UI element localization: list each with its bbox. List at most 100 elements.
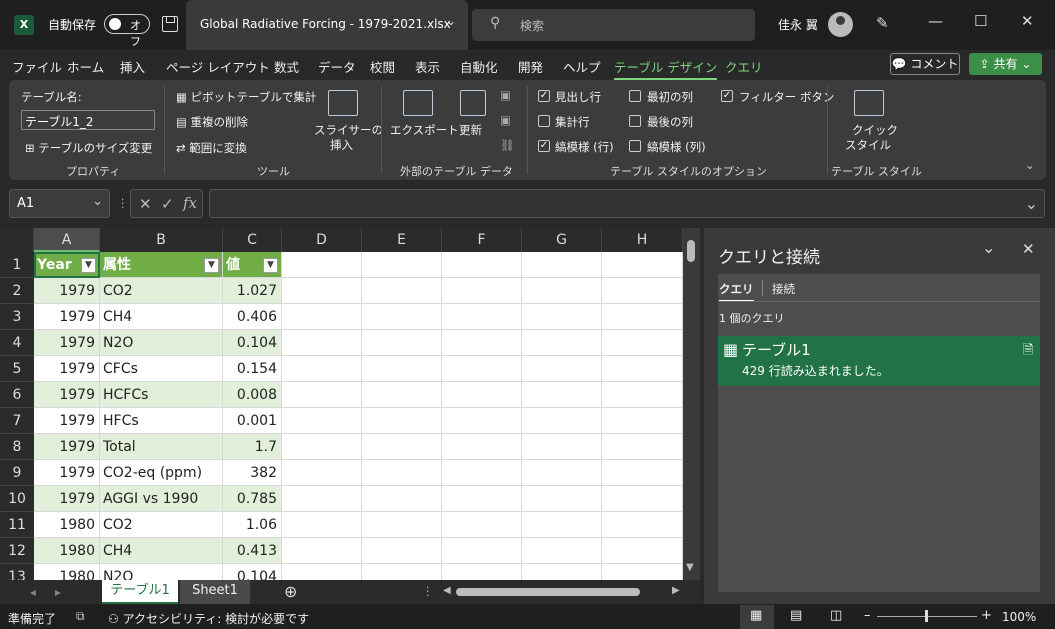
empty-cell[interactable] (282, 434, 362, 460)
empty-cell[interactable] (522, 252, 602, 278)
empty-cell[interactable] (282, 278, 362, 304)
zoom-out-icon[interactable]: – (864, 608, 871, 623)
row-header[interactable]: 10 (0, 486, 34, 512)
menu-review[interactable]: 校閲 (370, 57, 395, 76)
table-cell[interactable]: 382 (223, 460, 282, 486)
empty-cell[interactable] (442, 460, 522, 486)
sheet-tab[interactable]: Sheet1 (180, 580, 250, 604)
spreadsheet-grid[interactable]: A B C D E F G H 1 Year ▼ 属性 ▼ 値 ▼ 2 1979 CO2 1.027… (0, 228, 690, 580)
comment-button[interactable]: 💬 コメント (890, 53, 960, 75)
empty-cell[interactable] (602, 330, 683, 356)
empty-cell[interactable] (522, 356, 602, 382)
column-header[interactable]: F (442, 228, 522, 252)
empty-cell[interactable] (522, 278, 602, 304)
empty-cell[interactable] (602, 486, 683, 512)
refresh-label[interactable]: 更新 (459, 122, 482, 138)
pen-icon[interactable]: ✎ (876, 14, 889, 32)
unlink-icon[interactable]: ⛓ (500, 138, 515, 152)
quick-style-label-1[interactable]: クイック (852, 122, 898, 138)
scroll-right-icon[interactable]: ▶ (672, 585, 680, 596)
autosave-toggle[interactable]: オフ (104, 14, 150, 48)
table-cell[interactable]: 0.001 (223, 408, 282, 434)
table-cell[interactable]: N2O (100, 330, 223, 356)
empty-cell[interactable] (282, 512, 362, 538)
table-header-cell[interactable]: Year ▼ (34, 252, 100, 278)
column-header[interactable]: D (282, 228, 362, 252)
row-header[interactable]: 2 (0, 278, 34, 304)
empty-cell[interactable] (442, 564, 522, 580)
empty-cell[interactable] (602, 434, 683, 460)
row-header[interactable]: 4 (0, 330, 34, 356)
minimize-icon[interactable]: — (928, 12, 943, 30)
remove-duplicates-button[interactable]: ▤ 重複の削除 (176, 114, 248, 130)
empty-cell[interactable] (522, 538, 602, 564)
convert-to-range-button[interactable]: ⇄ 範囲に変換 (176, 140, 247, 156)
empty-cell[interactable] (522, 408, 602, 434)
first-column-checkbox[interactable] (629, 90, 641, 102)
table-cell[interactable]: 0.104 (223, 564, 282, 580)
empty-cell[interactable] (362, 356, 442, 382)
enter-icon[interactable]: ✓ (161, 195, 174, 213)
empty-cell[interactable] (522, 434, 602, 460)
table-cell[interactable]: 1979 (34, 330, 100, 356)
empty-cell[interactable] (602, 356, 683, 382)
empty-cell[interactable] (282, 382, 362, 408)
accessibility-button[interactable]: ⚇ アクセシビリティ: 検討が必要です (108, 610, 309, 627)
table-cell[interactable]: 1.7 (223, 434, 282, 460)
empty-cell[interactable] (362, 434, 442, 460)
table-cell[interactable]: CH4 (100, 538, 223, 564)
table-cell[interactable]: 0.413 (223, 538, 282, 564)
empty-cell[interactable] (282, 564, 362, 580)
empty-cell[interactable] (282, 252, 362, 278)
table-cell[interactable]: 1979 (34, 304, 100, 330)
table-cell[interactable]: 1979 (34, 278, 100, 304)
menu-automate[interactable]: 自動化 (460, 57, 498, 76)
slicer-label-1[interactable]: スライサーの (314, 122, 383, 138)
last-column-checkbox[interactable] (629, 115, 641, 127)
table-cell[interactable]: 1979 (34, 460, 100, 486)
collapse-ribbon-icon[interactable]: ⌄ (1025, 158, 1035, 172)
table-header-cell[interactable]: 値 ▼ (223, 252, 282, 278)
tab-queries[interactable]: クエリ (719, 281, 754, 302)
empty-cell[interactable] (282, 460, 362, 486)
table-cell[interactable]: 1979 (34, 486, 100, 512)
empty-cell[interactable] (282, 356, 362, 382)
table-cell[interactable]: 1.027 (223, 278, 282, 304)
empty-cell[interactable] (522, 330, 602, 356)
table-cell[interactable]: 1979 (34, 408, 100, 434)
search-box[interactable]: ⚲ 検索 (472, 9, 755, 41)
empty-cell[interactable] (362, 538, 442, 564)
empty-cell[interactable] (602, 278, 683, 304)
empty-cell[interactable] (442, 486, 522, 512)
table-header-cell[interactable]: 属性 ▼ (100, 252, 223, 278)
cancel-icon[interactable]: ✕ (139, 195, 152, 213)
row-header[interactable]: 7 (0, 408, 34, 434)
normal-view-icon[interactable]: ▦ (750, 608, 762, 623)
table-cell[interactable]: 1980 (34, 538, 100, 564)
zoom-level[interactable]: 100% (1002, 610, 1036, 624)
table-cell[interactable]: 0.406 (223, 304, 282, 330)
table-cell[interactable]: 0.154 (223, 356, 282, 382)
table-cell[interactable]: 0.104 (223, 330, 282, 356)
menu-insert[interactable]: 挿入 (120, 57, 145, 76)
empty-cell[interactable] (602, 304, 683, 330)
empty-cell[interactable] (522, 460, 602, 486)
row-header[interactable]: 6 (0, 382, 34, 408)
menu-data[interactable]: データ (318, 57, 356, 76)
row-header[interactable]: 8 (0, 434, 34, 460)
zoom-in-icon[interactable]: + (981, 608, 992, 623)
chevron-down-icon[interactable]: ⌄ (982, 238, 995, 257)
page-layout-view-icon[interactable]: ▤ (790, 608, 802, 623)
empty-cell[interactable] (442, 304, 522, 330)
function-icon[interactable]: fx (183, 194, 197, 212)
scroll-down-icon[interactable]: ▼ (686, 562, 694, 573)
quick-style-label-2[interactable]: スタイル (845, 137, 891, 153)
table-cell[interactable]: 1980 (34, 512, 100, 538)
export-label[interactable]: エクスポート (390, 122, 459, 138)
zoom-slider-thumb[interactable] (925, 610, 928, 622)
filter-dropdown-icon[interactable]: ▼ (204, 258, 219, 273)
table-cell[interactable]: 1979 (34, 434, 100, 460)
row-header[interactable]: 9 (0, 460, 34, 486)
row-header[interactable]: 5 (0, 356, 34, 382)
share-button[interactable]: ⇪ 共有 ⌄ (969, 53, 1042, 75)
